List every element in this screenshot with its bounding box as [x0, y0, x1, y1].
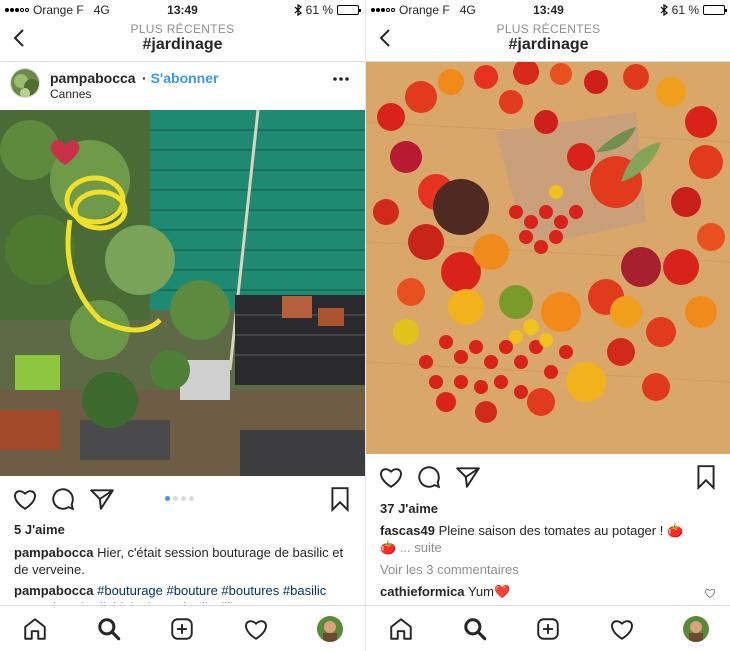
post-photo-garden[interactable] — [0, 110, 365, 476]
battery-percent: 61 % — [305, 3, 333, 17]
comment-icon[interactable] — [416, 464, 442, 490]
right-screen: Orange F 4G 13:49 61 % PLUS RÉCENTES #ja… — [365, 0, 730, 651]
bookmark-icon[interactable] — [693, 464, 719, 490]
post-hashtags: pampabocca #bouturage #bouture #boutures… — [14, 582, 355, 603]
battery-icon — [337, 5, 361, 15]
post-username[interactable]: pampabocca — [50, 70, 136, 86]
battery-percent: 61 % — [671, 3, 699, 17]
view-comments-link[interactable]: Voir les 3 commentaires — [380, 561, 720, 578]
nav-subtitle: PLUS RÉCENTES — [496, 22, 601, 36]
search-icon[interactable] — [462, 616, 488, 642]
comment-text: Yum — [467, 584, 494, 599]
share-direct-icon[interactable] — [455, 464, 481, 490]
more-options-icon[interactable] — [331, 74, 351, 84]
bluetooth-icon — [660, 4, 668, 16]
post-header: pampabocca · S'abonner Cannes — [0, 62, 365, 110]
user-avatar[interactable] — [10, 68, 40, 98]
hashtags-username[interactable]: pampabocca — [14, 583, 93, 598]
tomato-emoji-icon: 🍅 — [666, 523, 684, 538]
like-heart-icon[interactable] — [378, 464, 404, 490]
hashtag-title: #jardinage — [508, 36, 589, 53]
post-location[interactable]: Cannes — [50, 87, 91, 101]
bottom-tab-bar — [366, 605, 730, 651]
activity-heart-icon[interactable] — [609, 616, 635, 642]
caption-username[interactable]: fascas49 — [380, 523, 435, 538]
left-screen: Orange F 4G 13:49 61 % PLUS RÉCENTES #ja… — [0, 0, 365, 651]
comment-like-icon[interactable] — [704, 587, 716, 599]
status-right: 61 % — [660, 3, 727, 17]
battery-icon — [703, 5, 727, 15]
add-icon[interactable] — [169, 616, 195, 642]
carousel-indicator — [165, 496, 194, 501]
bottom-tab-bar — [0, 605, 365, 651]
follow-button[interactable]: · S'abonner — [142, 70, 218, 86]
like-heart-icon[interactable] — [12, 486, 38, 512]
profile-avatar[interactable] — [317, 616, 343, 642]
caption-username[interactable]: pampabocca — [14, 545, 93, 560]
bookmark-icon[interactable] — [327, 486, 353, 512]
nav-subtitle: PLUS RÉCENTES — [130, 22, 235, 36]
caption-text: Pleine saison des tomates au potager ! — [438, 523, 664, 538]
follow-label[interactable]: S'abonner — [151, 70, 219, 86]
status-bar: Orange F 4G 13:49 61 % — [0, 0, 365, 20]
comment-row: cathieformica Yum❤️ — [380, 583, 720, 600]
bluetooth-icon — [294, 4, 302, 16]
search-icon[interactable] — [96, 616, 122, 642]
post-photo-tomatoes[interactable] — [366, 62, 730, 454]
comment-username[interactable]: cathieformica — [380, 584, 465, 599]
heart-emoji-icon: ❤️ — [493, 584, 511, 599]
share-direct-icon[interactable] — [89, 486, 115, 512]
post-actions — [0, 478, 365, 518]
hashtag-title: #jardinage — [142, 36, 223, 53]
activity-heart-icon[interactable] — [243, 616, 269, 642]
post-actions — [366, 456, 730, 496]
like-count[interactable]: 37 J'aime — [380, 501, 438, 516]
add-icon[interactable] — [535, 616, 561, 642]
hashtag-list-1[interactable]: #bouturage #bouture #boutures — [97, 583, 279, 598]
tomato-emoji-icon-2: 🍅 — [380, 540, 397, 555]
status-right: 61 % — [294, 3, 361, 17]
top-nav: PLUS RÉCENTES #jardinage — [366, 20, 730, 62]
top-nav: PLUS RÉCENTES #jardinage — [0, 20, 365, 62]
home-icon[interactable] — [22, 616, 48, 642]
profile-avatar[interactable] — [683, 616, 709, 642]
status-bar: Orange F 4G 13:49 61 % — [366, 0, 730, 20]
caption-more-link[interactable]: ... suite — [400, 540, 442, 555]
post-caption: pampabocca Hier, c'était session boutura… — [14, 544, 355, 578]
comment-icon[interactable] — [50, 486, 76, 512]
like-count[interactable]: 5 J'aime — [14, 522, 65, 537]
home-icon[interactable] — [388, 616, 414, 642]
post-caption: fascas49 Pleine saison des tomates au po… — [380, 522, 720, 556]
